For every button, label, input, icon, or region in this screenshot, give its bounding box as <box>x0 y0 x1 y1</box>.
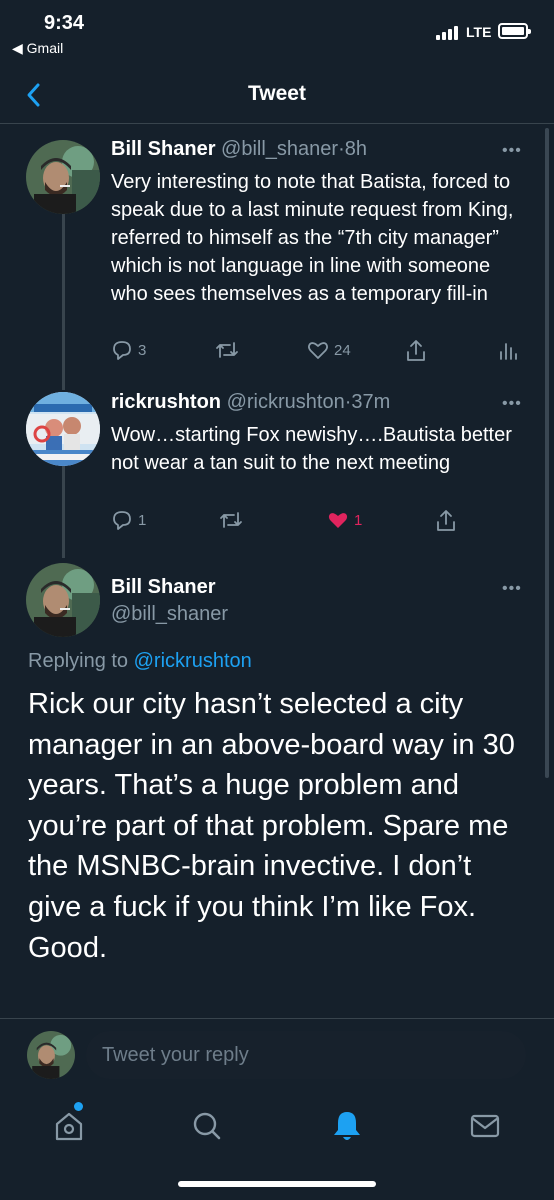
back-to-gmail-link[interactable]: ◀ Gmail <box>12 40 63 57</box>
like-count: 1 <box>354 511 363 529</box>
share-icon <box>407 340 425 361</box>
avatar[interactable] <box>26 140 100 214</box>
reply-input[interactable] <box>86 1031 526 1079</box>
tab-messages[interactable] <box>465 1106 505 1146</box>
page-title: Tweet <box>248 82 306 105</box>
heart-outline-icon <box>307 342 329 359</box>
share-icon <box>437 510 455 531</box>
more-options-icon[interactable]: ••• <box>502 142 522 160</box>
tweet-age: 37m <box>351 391 391 413</box>
scrollbar[interactable] <box>545 128 549 778</box>
battery-icon <box>498 23 531 39</box>
tweet-text: Wow…starting Fox newishy….Bautista bette… <box>111 424 512 474</box>
reply-button[interactable]: 1 <box>110 508 146 532</box>
signal-icon <box>436 24 458 40</box>
home-indicator[interactable] <box>178 1181 376 1187</box>
share-button[interactable] <box>404 338 428 364</box>
replying-to-link[interactable]: @rickrushton <box>134 650 252 672</box>
tab-home[interactable] <box>49 1106 89 1146</box>
tweet-actions: 3 24 <box>0 338 554 368</box>
replying-to: Replying to @rickrushton <box>28 650 252 673</box>
retweet-button[interactable] <box>214 338 240 362</box>
like-button[interactable]: 24 <box>306 338 351 362</box>
like-button[interactable]: 1 <box>326 508 362 532</box>
home-icon <box>55 1112 83 1141</box>
reply-button[interactable]: 3 <box>110 338 146 362</box>
heart-filled-icon <box>328 513 348 528</box>
new-content-dot <box>74 1102 83 1111</box>
tweet-header: rickrushton @rickrushton·37m <box>111 391 390 414</box>
more-options-icon[interactable]: ••• <box>502 580 522 598</box>
reply-count: 1 <box>138 511 147 529</box>
network-label: LTE <box>466 24 492 40</box>
author-handle[interactable]: @rickrushton <box>227 391 345 413</box>
notifications-icon <box>334 1112 360 1140</box>
retweet-button[interactable] <box>218 508 244 532</box>
avatar[interactable] <box>26 392 100 466</box>
tweet-age: 8h <box>344 138 367 160</box>
reply-icon <box>113 341 131 360</box>
tweet-text: Rick our city hasn’t selected a city man… <box>28 688 515 964</box>
reply-count: 3 <box>138 341 147 359</box>
tweet-text: Very interesting to note that Batista, f… <box>111 171 514 305</box>
analytics-icon <box>500 343 517 360</box>
author-handle[interactable]: @bill_shaner <box>111 603 228 626</box>
author-name[interactable]: rickrushton <box>111 391 221 413</box>
navigation-bar: Tweet <box>0 66 554 124</box>
tab-notifications[interactable] <box>327 1106 367 1146</box>
retweet-icon <box>216 342 238 358</box>
share-button[interactable] <box>434 508 458 534</box>
separator-dot: · <box>338 138 345 160</box>
tweet-header: Bill Shaner @bill_shaner·8h <box>111 138 367 161</box>
status-time: 9:34 <box>44 12 85 34</box>
author-name[interactable]: Bill Shaner <box>111 576 215 599</box>
tweet-actions: 1 1 <box>0 508 554 538</box>
retweet-icon <box>220 512 242 528</box>
more-options-icon[interactable]: ••• <box>502 395 522 413</box>
author-handle[interactable]: @bill_shaner <box>221 138 338 160</box>
author-name[interactable]: Bill Shaner <box>111 138 215 160</box>
status-bar: 9:34 ◀ Gmail LTE <box>0 0 554 66</box>
reply-bar <box>0 1018 554 1092</box>
search-icon <box>193 1112 221 1140</box>
avatar <box>27 1031 75 1079</box>
avatar[interactable] <box>26 563 100 637</box>
reply-icon <box>113 511 131 530</box>
replying-label: Replying to <box>28 650 129 672</box>
like-count: 24 <box>334 341 351 359</box>
tab-search[interactable] <box>187 1106 227 1146</box>
analytics-button[interactable] <box>498 338 518 362</box>
messages-icon <box>470 1114 500 1138</box>
